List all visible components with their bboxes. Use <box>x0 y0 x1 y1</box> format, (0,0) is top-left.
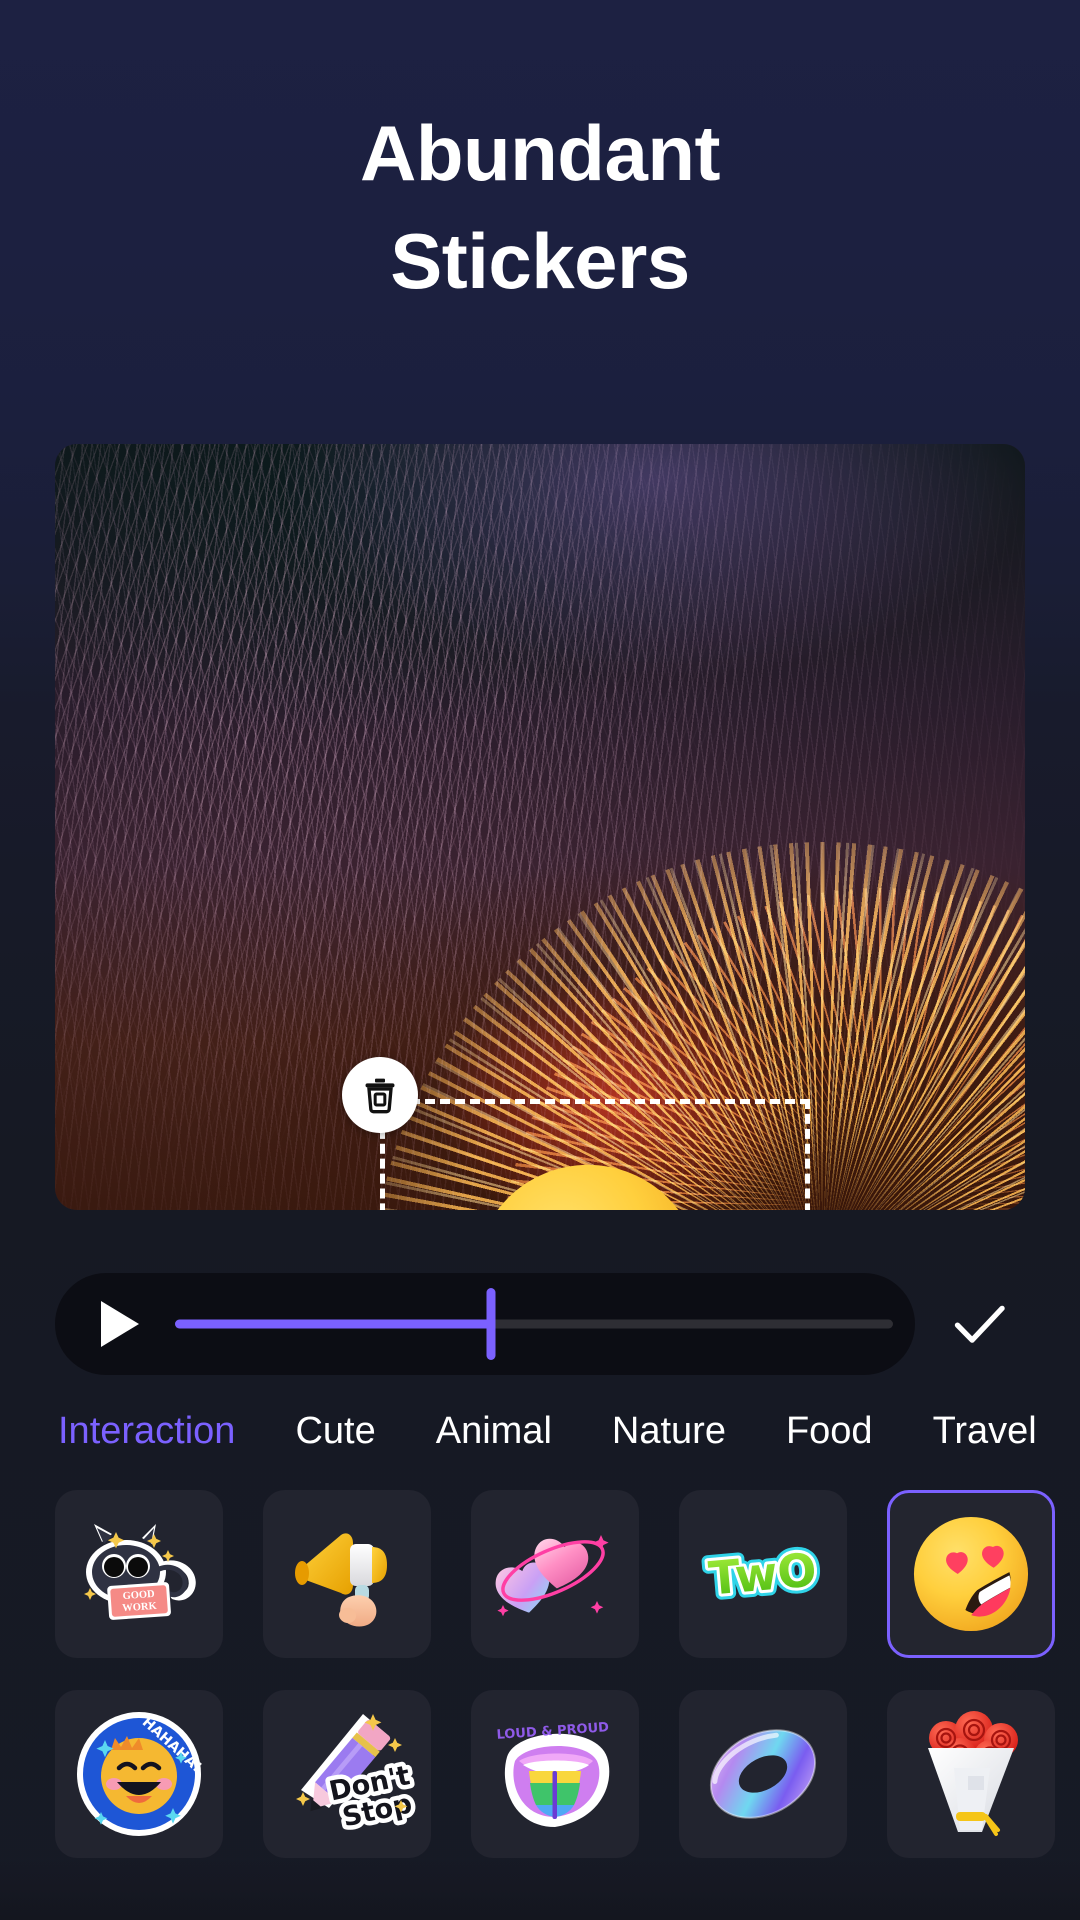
dont-stop-pencil-icon: Don't Don't Stop Stop <box>277 1704 417 1844</box>
sticker-cell-orbiting-hearts[interactable] <box>471 1490 639 1658</box>
tab-cute[interactable]: Cute <box>295 1412 375 1450</box>
orbiting-hearts-icon <box>485 1509 625 1639</box>
tab-interaction[interactable]: Interaction <box>58 1412 235 1450</box>
rose-bouquet-icon <box>906 1702 1036 1847</box>
megaphone-hand-icon <box>277 1509 417 1639</box>
heart-eyes-emoji-overlay[interactable] <box>465 1155 711 1210</box>
sticker-cell-iridescent-torus[interactable] <box>679 1690 847 1858</box>
hahaha-laughing-badge-icon: HAHAHA! <box>69 1704 209 1844</box>
sticker-cell-dont-stop-pencil[interactable]: Don't Don't Stop Stop <box>263 1690 431 1858</box>
tab-food[interactable]: Food <box>786 1412 873 1450</box>
bottom-fade <box>0 1860 1080 1920</box>
play-button[interactable] <box>101 1301 139 1347</box>
page-title-line2: Stickers <box>0 208 1080 316</box>
sticker-cell-megaphone[interactable] <box>263 1490 431 1658</box>
page-title-line1: Abundant <box>360 109 720 197</box>
timeline-scrubber[interactable] <box>175 1273 893 1375</box>
sticker-cell-hahaha-badge[interactable]: HAHAHA! <box>55 1690 223 1858</box>
tab-travel[interactable]: Travel <box>933 1412 1037 1450</box>
tab-nature[interactable]: Nature <box>612 1412 726 1450</box>
sticker-cell-two-text[interactable]: TwO TwO TwO <box>679 1490 847 1658</box>
category-tabs[interactable]: Interaction Cute Animal Nature Food Trav… <box>0 1396 1080 1466</box>
timeline-playhead[interactable] <box>486 1288 495 1360</box>
timeline-progress <box>175 1320 491 1329</box>
tab-animal[interactable]: Animal <box>436 1412 552 1450</box>
sticker-cell-cat-good-work[interactable]: GOOD WORK <box>55 1490 223 1658</box>
cat-good-work-icon: GOOD WORK <box>64 1514 214 1634</box>
two-text-icon: TwO TwO TwO <box>688 1524 838 1624</box>
svg-text:GOOD: GOOD <box>122 1589 155 1602</box>
loud-and-proud-mouth-icon: LOUD & PROUD <box>485 1709 625 1839</box>
sticker-cell-loud-and-proud-mouth[interactable]: LOUD & PROUD <box>471 1690 639 1858</box>
video-preview[interactable] <box>55 444 1025 1210</box>
sticker-cell-heart-eyes-emoji[interactable] <box>887 1490 1055 1658</box>
check-icon <box>952 1301 1008 1347</box>
confirm-button[interactable] <box>945 1291 1015 1357</box>
app-screen: Abundant Stickers <box>0 0 1080 1920</box>
heart-eyes-laughing-emoji-icon <box>909 1512 1033 1636</box>
delete-sticker-button[interactable] <box>342 1057 418 1133</box>
svg-text:TwO: TwO <box>706 1542 818 1605</box>
sticker-cell-rose-bouquet[interactable] <box>887 1690 1055 1858</box>
trash-icon <box>360 1074 400 1116</box>
playback-controls <box>0 1273 1080 1375</box>
playback-bar <box>55 1273 915 1375</box>
sticker-grid: GOOD WORK <box>55 1490 1055 1858</box>
page-title: Abundant Stickers <box>0 100 1080 315</box>
iridescent-torus-icon <box>693 1714 833 1834</box>
